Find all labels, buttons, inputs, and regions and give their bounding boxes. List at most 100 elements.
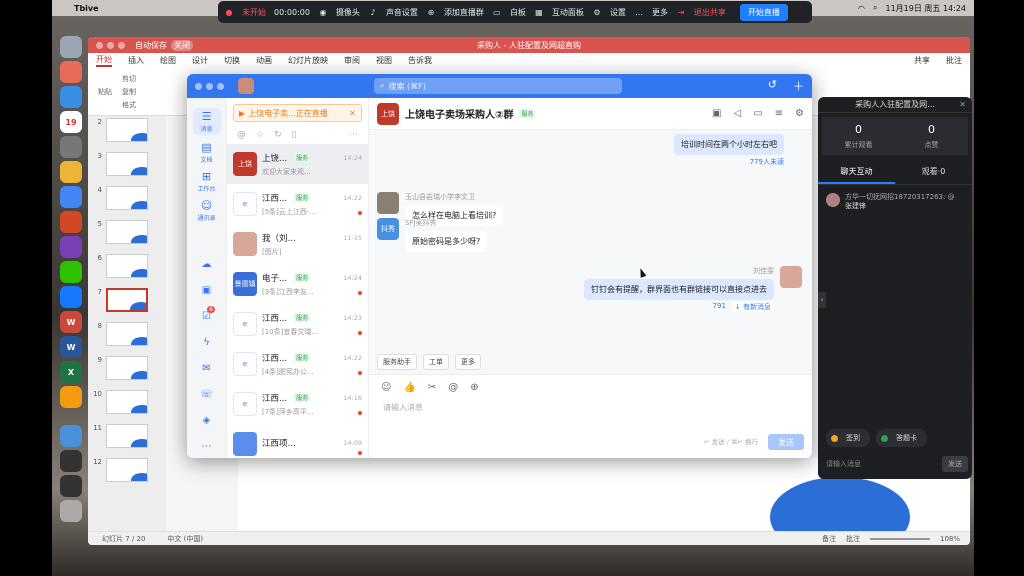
chrome-icon[interactable] [60, 161, 82, 183]
search-input[interactable]: ⌕ 搜索 (⌘F) [374, 78, 622, 94]
wifi-icon[interactable]: ◠ [858, 4, 865, 13]
slide-thumb[interactable]: 11 [88, 422, 166, 456]
new-message-button[interactable]: ↓ 有新消息 [731, 302, 774, 312]
slide-thumb[interactable]: 6 [88, 252, 166, 286]
speaker-icon[interactable]: ◁ [733, 108, 741, 119]
trash-icon[interactable] [60, 500, 82, 522]
scissors-icon[interactable]: ✂ [428, 382, 436, 393]
min-dot[interactable] [107, 41, 114, 49]
dingtalk-icon[interactable] [60, 286, 82, 308]
tab-draw[interactable]: 绘图 [160, 55, 176, 66]
conversation-item[interactable]: 上饶 上饶... 服务 14:24 欢迎大家来观... [227, 144, 368, 184]
close-icon[interactable]: ✕ [959, 100, 966, 109]
share-button[interactable]: 共享 [914, 55, 930, 66]
sender-avatar[interactable] [377, 192, 399, 214]
slide-thumb[interactable]: 3 [88, 150, 166, 184]
tool-add-group[interactable]: 添加直播群 [444, 7, 484, 18]
wps-icon[interactable]: W [60, 311, 82, 333]
star-icon[interactable]: ☆ [256, 130, 264, 140]
flash-icon[interactable]: ϟ [203, 332, 210, 352]
safari-icon[interactable] [60, 86, 82, 108]
copy-button[interactable]: 复制 [122, 87, 136, 97]
powerpoint-icon[interactable] [60, 211, 82, 233]
app-name[interactable]: Tbive [74, 4, 99, 13]
slide-thumb[interactable]: 12 [88, 456, 166, 490]
conversation-item[interactable]: e 江西... 服务 14:22 [5条]云上江西-... [227, 184, 368, 224]
conversation-item[interactable]: 我（刘佳雯） 11-15 [图片] [227, 224, 368, 264]
slide-thumb[interactable]: 2 [88, 116, 166, 150]
language[interactable]: 中文 (中国) [167, 534, 203, 544]
live-input[interactable]: 请输入消息 发送 [822, 455, 968, 473]
close-dot[interactable] [96, 41, 103, 49]
slide-thumb[interactable]: 10 [88, 388, 166, 422]
more-button[interactable]: 更多 [455, 354, 481, 370]
settings-icon[interactable] [60, 136, 82, 158]
conversation-item[interactable]: e 江西... 服务 14:23 [10条]宜春文瑞... [227, 304, 368, 344]
close-icon[interactable]: ✕ [349, 109, 356, 118]
app-icon[interactable] [60, 386, 82, 408]
tab-watch[interactable]: 观看·0 [895, 161, 972, 184]
max-dot[interactable] [217, 82, 224, 90]
start-live-button[interactable]: 开始直播 [739, 3, 788, 21]
window-icon[interactable] [60, 450, 82, 472]
comments-button[interactable]: 批注 [846, 534, 860, 544]
conversation-item[interactable]: 江西项目... 14:09 [227, 424, 368, 458]
phone-icon[interactable]: ☏ [200, 384, 213, 404]
onenote-icon[interactable] [60, 236, 82, 258]
todo-icon[interactable]: ☑ 6 [202, 306, 215, 326]
cut-button[interactable]: 剪切 [122, 74, 136, 84]
downloads-icon[interactable] [60, 425, 82, 447]
tool-panel[interactable]: 互动面板 [552, 7, 584, 18]
exit-share-button[interactable]: 退出共享 [694, 7, 726, 18]
tab-transitions[interactable]: 切换 [224, 55, 240, 66]
emoji-icon[interactable]: ☺ [381, 382, 391, 393]
like-icon[interactable]: 👍 [403, 382, 415, 393]
tab-home[interactable]: 开始 [96, 54, 112, 67]
max-dot[interactable] [118, 41, 125, 49]
format-button[interactable]: 格式 [122, 100, 136, 110]
tell-me[interactable]: 告诉我 [408, 55, 432, 66]
calendar-icon[interactable]: ▣ [202, 280, 211, 300]
slide-thumb[interactable]: 8 [88, 320, 166, 354]
more-icon[interactable]: ⋯ [349, 130, 358, 140]
tab-insert[interactable]: 插入 [128, 55, 144, 66]
folder-icon[interactable]: ▭ [753, 108, 762, 119]
paste-button[interactable]: 粘贴 [98, 87, 112, 97]
zoom-level[interactable]: 108% [940, 535, 960, 543]
tab-slideshow[interactable]: 幻灯片放映 [288, 55, 328, 66]
own-avatar[interactable] [780, 266, 802, 288]
min-dot[interactable] [206, 82, 213, 90]
send-button[interactable]: 发送 [768, 434, 804, 450]
tab-chat[interactable]: 聊天互动 [818, 161, 895, 184]
slide-thumb-selected[interactable]: 7 [88, 286, 166, 320]
refresh-icon[interactable]: ↻ [274, 130, 282, 140]
clock[interactable]: 11月19日 周五 14:24 [886, 3, 967, 14]
message-input[interactable]: 请输入消息 [369, 400, 812, 415]
file-icon[interactable]: ▯ [292, 130, 297, 140]
calendar-icon[interactable]: 19 [60, 111, 82, 133]
live-icon[interactable]: ▣ [712, 108, 721, 119]
tab-design[interactable]: 设计 [192, 55, 208, 66]
window-icon-2[interactable] [60, 475, 82, 497]
comment-button[interactable]: 批注 [946, 55, 962, 66]
mention-icon[interactable]: @ [448, 382, 458, 393]
nav-docs[interactable]: ▤ 文档 [193, 141, 221, 164]
conversation-item[interactable]: 景德镇 电子... 服务 14:24 [3条]江西李友... [227, 264, 368, 304]
tool-sound[interactable]: 声音设置 [386, 7, 418, 18]
attach-icon[interactable]: ⊕ [470, 382, 478, 393]
excel-icon[interactable]: X [60, 361, 82, 383]
live-banner[interactable]: ▶ 上饶电子卖...正在直播 ✕ [233, 104, 362, 122]
search-icon[interactable]: ⌕ [873, 3, 877, 13]
history-icon[interactable]: ↺ [768, 78, 777, 94]
conversation-item[interactable]: e 江西... 服务 14:16 [7条]萍乡高平... [227, 384, 368, 424]
collapse-icon[interactable]: ‹ [818, 292, 826, 308]
ticket-button[interactable]: 工单 [423, 354, 449, 370]
autosave-toggle[interactable]: 关闭 [171, 39, 193, 51]
notes-button[interactable]: 备注 [822, 534, 836, 544]
tab-view[interactable]: 视图 [376, 55, 392, 66]
read-count[interactable]: 779人未读 [674, 157, 784, 167]
nav-contacts[interactable]: ☺ 通讯录 [193, 199, 221, 222]
at-icon[interactable]: @ [237, 130, 246, 140]
tool-settings[interactable]: 设置 [610, 7, 626, 18]
search-history-icon[interactable]: ≡ [775, 108, 783, 119]
